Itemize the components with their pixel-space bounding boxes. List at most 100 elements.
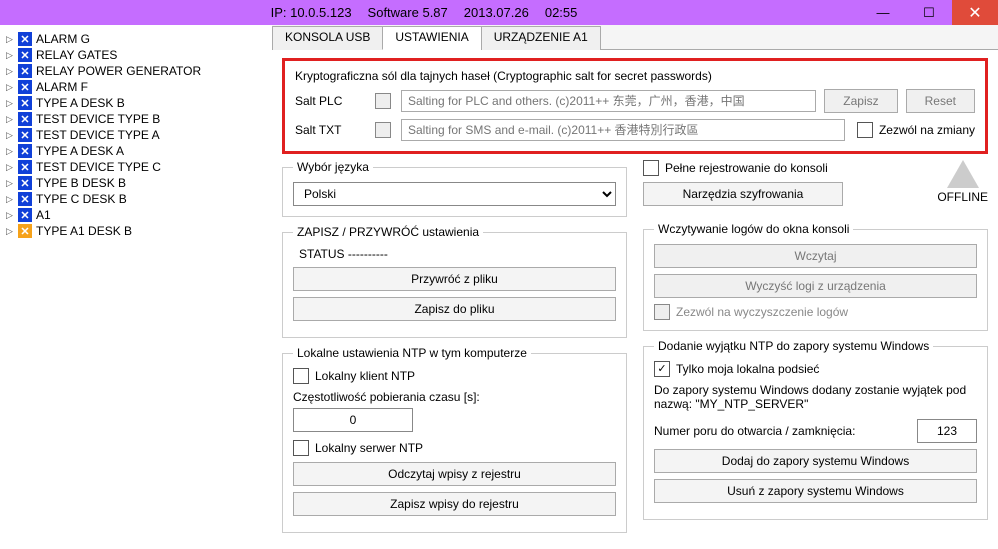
tree-item[interactable]: ▷ ✕ TEST DEVICE TYPE B xyxy=(4,111,268,127)
add-firewall-button[interactable]: Dodaj do zapory systemu Windows xyxy=(654,449,977,473)
titlebar-date: 2013.07.26 xyxy=(464,5,529,20)
expand-icon: ▷ xyxy=(6,146,14,157)
clear-logs-button[interactable]: Wyczyść logi z urządzenia xyxy=(654,274,977,298)
full-logging-checkbox[interactable] xyxy=(643,160,659,176)
tree-item-label: TEST DEVICE TYPE B xyxy=(36,112,160,126)
titlebar-ip: IP: 10.0.5.123 xyxy=(271,5,352,20)
save-restore-title: ZAPISZ / PRZYWRÓĆ ustawienia xyxy=(293,225,483,239)
tree-item[interactable]: ▷✕TEST DEVICE TYPE C xyxy=(4,159,268,175)
device-icon: ✕ xyxy=(18,32,32,46)
reset-button[interactable]: Reset xyxy=(906,89,975,113)
device-tree: ▷✕ALARM G▷✕RELAY GATES▷✕RELAY POWER GENE… xyxy=(0,25,272,549)
tree-item-label: TYPE C DESK B xyxy=(36,192,127,206)
expand-icon: ▷ xyxy=(6,194,14,205)
language-title: Wybór języka xyxy=(293,160,373,174)
allow-clear-logs-label: Zezwól na wyczyszczenie logów xyxy=(676,305,848,319)
tree-item-label: ALARM F xyxy=(36,80,88,94)
device-icon: ✕ xyxy=(18,48,32,62)
ntp-client-checkbox[interactable] xyxy=(293,368,309,384)
tree-item[interactable]: ▷✕A1 xyxy=(4,207,268,223)
expand-icon: ▷ xyxy=(6,162,14,173)
tree-item-label: TYPE A DESK B xyxy=(36,96,125,110)
device-icon: ✕ xyxy=(18,176,32,190)
ntp-local-title: Lokalne ustawienia NTP w tym komputerze xyxy=(293,346,531,360)
expand-icon: ▷ xyxy=(6,178,14,189)
tree-item-label: ALARM G xyxy=(36,32,90,46)
save-status: STATUS ---------- xyxy=(299,247,616,261)
ntp-client-label: Lokalny klient NTP xyxy=(315,369,415,383)
tree-item-label: TEST DEVICE TYPE A xyxy=(36,128,160,142)
firewall-text: Do zapory systemu Windows dodany zostani… xyxy=(654,383,977,411)
offline-label: OFFLINE xyxy=(937,190,988,204)
ntp-server-label: Lokalny serwer NTP xyxy=(315,441,423,455)
tree-item-label: TYPE A DESK A xyxy=(36,144,124,158)
tree-item[interactable]: ▷ ✕ TEST DEVICE TYPE A xyxy=(4,127,268,143)
tree-item-label: RELAY GATES xyxy=(36,48,117,62)
tree-item[interactable]: ▷✕RELAY POWER GENERATOR xyxy=(4,63,268,79)
logs-title: Wczytywanie logów do okna konsoli xyxy=(654,222,853,236)
tree-item[interactable]: ▷✕ALARM G xyxy=(4,31,268,47)
salt-plc-label: Salt PLC xyxy=(295,94,375,108)
device-icon: ✕ xyxy=(18,80,32,94)
expand-icon: ▷ xyxy=(6,130,14,141)
salt-txt-label: Salt TXT xyxy=(295,123,375,137)
save-to-file-button[interactable]: Zapisz do pliku xyxy=(293,297,616,321)
encryption-tools-button[interactable]: Narzędzia szyfrowania xyxy=(643,182,843,206)
device-icon: ✕ xyxy=(18,160,32,174)
port-input[interactable] xyxy=(917,419,977,443)
restore-from-file-button[interactable]: Przywróć z pliku xyxy=(293,267,616,291)
salt-plc-checkbox[interactable] xyxy=(375,93,391,109)
save-button[interactable]: Zapisz xyxy=(824,89,897,113)
tree-item[interactable]: ▷ ✕ RELAY GATES xyxy=(4,47,268,63)
save-restore-section: ZAPISZ / PRZYWRÓĆ ustawienia STATUS ----… xyxy=(282,225,627,338)
expand-icon: ▷ xyxy=(6,66,14,77)
allow-changes-checkbox[interactable] xyxy=(857,122,873,138)
load-logs-button[interactable]: Wczytaj xyxy=(654,244,977,268)
device-icon: ✕ xyxy=(18,224,32,238)
tree-item[interactable]: ▷ ✕ TYPE A DESK A xyxy=(4,143,268,159)
allow-clear-logs-checkbox[interactable] xyxy=(654,304,670,320)
tab[interactable]: KONSOLA USB xyxy=(272,26,383,50)
expand-icon: ▷ xyxy=(6,226,14,237)
language-section: Wybór języka Polski xyxy=(282,160,627,217)
tab[interactable]: USTAWIENIA xyxy=(382,26,481,50)
firewall-section: Dodanie wyjątku NTP do zapory systemu Wi… xyxy=(643,339,988,520)
salt-plc-input[interactable] xyxy=(401,90,816,112)
ntp-freq-input[interactable] xyxy=(293,408,413,432)
device-icon: ✕ xyxy=(18,144,32,158)
logs-section: Wczytywanie logów do okna konsoli Wczyta… xyxy=(643,222,988,331)
expand-icon: ▷ xyxy=(6,114,14,125)
ntp-local-section: Lokalne ustawienia NTP w tym komputerze … xyxy=(282,346,627,533)
expand-icon: ▷ xyxy=(6,82,14,93)
tab[interactable]: URZĄDZENIE A1 xyxy=(481,26,601,50)
titlebar: IP: 10.0.5.123 Software 5.87 2013.07.26 … xyxy=(0,0,998,25)
tree-item[interactable]: ▷ ✕ ALARM F xyxy=(4,79,268,95)
tree-item[interactable]: ▷✕TYPE A1 DESK B xyxy=(4,223,268,239)
tree-item[interactable]: ▷✕TYPE C DESK B xyxy=(4,191,268,207)
close-button[interactable]: ✕ xyxy=(952,0,998,25)
device-icon: ✕ xyxy=(18,112,32,126)
titlebar-time: 02:55 xyxy=(545,5,578,20)
minimize-button[interactable]: — xyxy=(860,0,906,25)
remove-firewall-button[interactable]: Usuń z zapory systemu Windows xyxy=(654,479,977,503)
tree-item[interactable]: ▷ ✕ TYPE B DESK B xyxy=(4,175,268,191)
read-registry-button[interactable]: Odczytaj wpisy z rejestru xyxy=(293,462,616,486)
tree-item-label: TYPE B DESK B xyxy=(36,176,126,190)
tabs: KONSOLA USBUSTAWIENIAURZĄDZENIE A1 xyxy=(272,25,998,50)
tree-item[interactable]: ▷✕TYPE A DESK B xyxy=(4,95,268,111)
port-label: Numer poru do otwarcia / zamknięcia: xyxy=(654,424,917,438)
ntp-freq-label: Częstotliwość pobierania czasu [s]: xyxy=(293,390,616,404)
subnet-only-label: Tylko moja lokalna podsieć xyxy=(676,362,819,376)
language-select[interactable]: Polski xyxy=(293,182,616,206)
salt-txt-checkbox[interactable] xyxy=(375,122,391,138)
titlebar-software: Software 5.87 xyxy=(368,5,448,20)
device-icon: ✕ xyxy=(18,64,32,78)
write-registry-button[interactable]: Zapisz wpisy do rejestru xyxy=(293,492,616,516)
device-icon: ✕ xyxy=(18,128,32,142)
maximize-button[interactable]: ☐ xyxy=(906,0,952,25)
salt-txt-input[interactable] xyxy=(401,119,845,141)
expand-icon: ▷ xyxy=(6,50,14,61)
tree-item-label: A1 xyxy=(36,208,51,222)
subnet-only-checkbox[interactable] xyxy=(654,361,670,377)
ntp-server-checkbox[interactable] xyxy=(293,440,309,456)
